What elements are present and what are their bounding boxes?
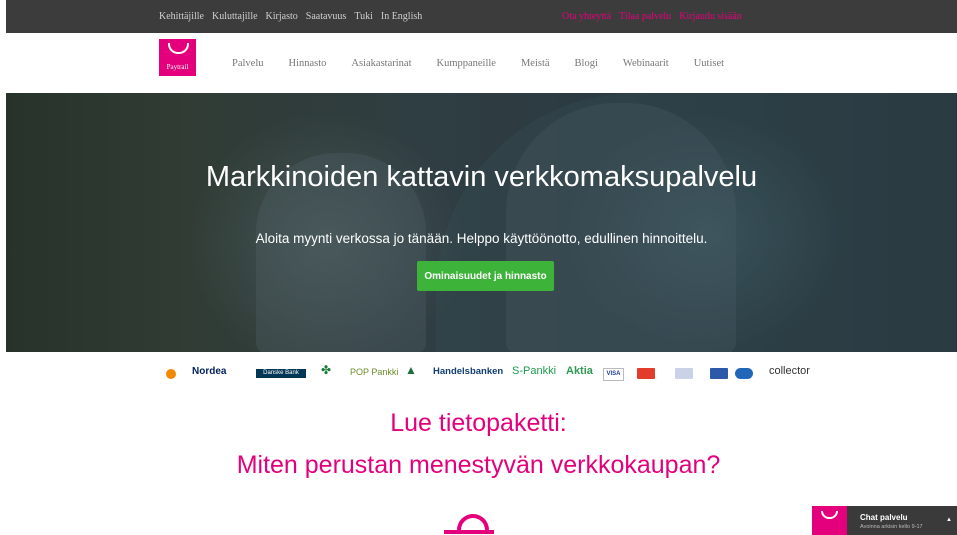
top-link-contact[interactable]: Ota yhteyttä — [562, 11, 611, 22]
hero-overlay — [6, 93, 957, 352]
nordea-logo: Nordea — [192, 366, 227, 377]
chat-hours: Avoinna arkisin kello 9-17 — [860, 524, 923, 530]
chat-title: Chat palvelu — [860, 513, 908, 522]
jcb-icon — [710, 368, 728, 379]
top-link-availability[interactable]: Saatavuus — [306, 11, 347, 22]
nav-item-blog[interactable]: Blogi — [575, 58, 598, 69]
nav-item-customer-stories[interactable]: Asiakastarinat — [351, 58, 411, 69]
nav-item-service[interactable]: Palvelu — [232, 58, 264, 69]
top-utility-bar: Kehittäjille Kuluttajille Kirjasto Saata… — [6, 0, 957, 33]
collector-logo: collector — [769, 365, 810, 377]
nav-menu: Palvelu Hinnasto Asiakastarinat Kumppane… — [232, 33, 749, 93]
visa-logo: VISA — [603, 368, 624, 381]
card-logo-icon — [675, 368, 693, 379]
top-link-library[interactable]: Kirjasto — [266, 11, 298, 22]
danske-bank-logo: Danske Bank — [256, 369, 306, 378]
nav-item-webinars[interactable]: Webinaarit — [623, 58, 669, 69]
mastercard-icon — [637, 368, 655, 379]
shopping-bag-icon — [168, 43, 189, 54]
top-link-support[interactable]: Tuki — [354, 11, 373, 22]
guide-heading-line1: Lue tietopaketti: — [390, 409, 567, 437]
top-links-left: Kehittäjille Kuluttajille Kirjasto Saata… — [159, 0, 430, 33]
hero-banner: Markkinoiden kattavin verkkomaksupalvelu… — [6, 93, 957, 352]
top-links-right: Ota yhteyttä Tilaa palvelu Kirjaudu sisä… — [562, 0, 750, 33]
aktia-logo: Aktia — [566, 365, 593, 377]
chat-widget[interactable]: Chat palvelu Avoinna arkisin kello 9-17 … — [812, 506, 957, 535]
paytrail-logo[interactable]: Paytrail — [159, 39, 196, 76]
top-link-consumers[interactable]: Kuluttajille — [212, 11, 258, 22]
shopping-bag-icon — [821, 511, 838, 519]
nav-item-partners[interactable]: Kumppaneille — [436, 58, 495, 69]
bag-top-bar — [444, 530, 494, 534]
hero-title: Markkinoiden kattavin verkkomaksupalvelu — [205, 161, 758, 193]
wallet-logo-icon — [735, 368, 753, 379]
top-link-order-service[interactable]: Tilaa palvelu — [619, 11, 671, 22]
pop-pankki-logo: POP Pankki — [350, 367, 399, 377]
guide-heading-line2: Miten perustan menestyvän verkkokaupan? — [236, 451, 721, 479]
top-link-login[interactable]: Kirjaudu sisään — [679, 11, 742, 22]
hero-subtitle: Aloita myynti verkossa jo tänään. Helppo… — [255, 231, 708, 246]
chat-logo — [812, 506, 847, 535]
top-link-developers[interactable]: Kehittäjille — [159, 11, 204, 22]
s-pankki-logo: S-Pankki — [512, 365, 557, 377]
handelsbanken-logo: Handelsbanken — [433, 366, 504, 377]
nav-item-about[interactable]: Meistä — [521, 58, 550, 69]
main-navigation: Paytrail Palvelu Hinnasto Asiakastarinat… — [0, 33, 957, 93]
nav-item-pricing[interactable]: Hinnasto — [289, 58, 327, 69]
nav-item-news[interactable]: Uutiset — [694, 58, 724, 69]
payment-methods-strip: Nordea Danske Bank ✤ POP Pankki ▲ Handel… — [0, 352, 957, 396]
top-link-english[interactable]: In English — [381, 11, 422, 22]
logo-text: Paytrail — [166, 63, 189, 71]
shopping-bag-icon — [444, 512, 494, 535]
saastopankki-icon: ▲ — [405, 363, 417, 377]
savings-bank-icon: ✤ — [321, 363, 332, 377]
features-and-pricing-button[interactable]: Ominaisuudet ja hinnasto — [417, 261, 554, 291]
chevron-up-icon[interactable]: ▲ — [946, 517, 952, 523]
